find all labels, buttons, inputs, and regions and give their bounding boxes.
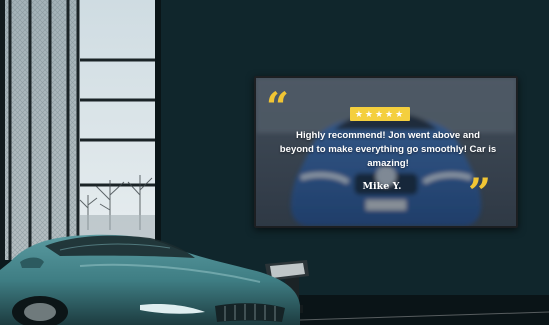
close-quote-icon: ” — [468, 170, 492, 217]
testimonial-screen: “ ★★★★★ Highly recommend! Jon went above… — [254, 76, 518, 228]
showroom-window — [0, 0, 158, 260]
star-rating: ★★★★★ — [350, 107, 410, 121]
showroom-scene: “ ★★★★★ Highly recommend! Jon went above… — [0, 0, 549, 325]
open-quote-icon: “ — [266, 84, 290, 131]
review-text: Highly recommend! Jon went above and bey… — [279, 130, 497, 169]
